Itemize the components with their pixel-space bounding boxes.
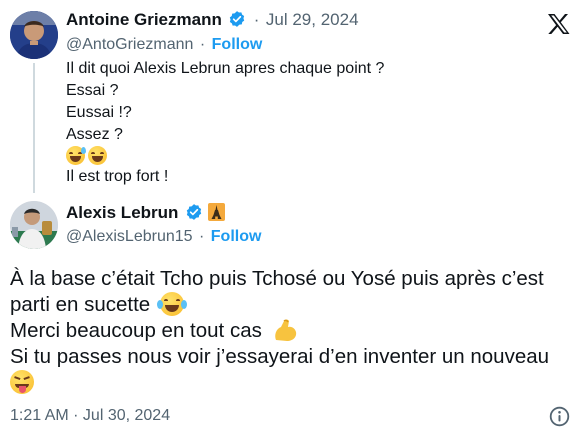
avatar-photo [10, 11, 58, 59]
parent-emoji-line [66, 146, 110, 166]
parent-handle-separator: · [199, 36, 206, 53]
main-text-line-1: À la base c’était Tcho puis Tchosé ou Yo… [10, 267, 544, 290]
winking-tongue-emoji [10, 370, 34, 394]
parent-display-name[interactable]: Antoine Griezmann [66, 10, 222, 29]
parent-text-line-2: Essai ? [66, 82, 119, 99]
grinning-sweat-emoji [66, 146, 86, 165]
main-text-line-2: parti en sucette [10, 293, 151, 316]
main-display-name[interactable]: Alexis Lebrun [66, 203, 178, 222]
main-handle-row: @AlexisLebrun15 · Follow [66, 228, 262, 245]
avatar-alexis-lebrun[interactable] [10, 201, 58, 249]
verified-badge-icon [186, 204, 202, 220]
grinning-emoji [88, 146, 107, 165]
parent-handle-row: @AntoGriezmann · Follow [66, 36, 262, 54]
x-logo-icon[interactable] [547, 13, 571, 35]
main-handle[interactable]: @AlexisLebrun15 [66, 228, 193, 245]
main-text-line-4: Si tu passes nous voir j’essayerai d’en … [10, 345, 550, 368]
main-header: Alexis Lebrun [66, 203, 226, 225]
parent-text-line-last: Il est trop fort ! [66, 168, 169, 185]
verified-badge-icon [230, 11, 245, 27]
thread-line [33, 63, 35, 193]
info-icon[interactable] [549, 406, 570, 427]
tears-of-joy-emoji [156, 292, 187, 316]
parent-date[interactable]: Jul 29, 2024 [266, 10, 359, 29]
main-text-line-5-row [10, 370, 37, 394]
main-text-line-3-row: Merci beaucoup en tout cas [10, 316, 298, 345]
main-text-line-2-row: parti en sucette [10, 290, 187, 319]
eiffel-tower-icon [208, 203, 226, 221]
parent-handle[interactable]: @AntoGriezmann [66, 36, 193, 53]
main-text-line-3: Merci beaucoup en tout cas [10, 319, 262, 342]
parent-text-line-3: Eussai !? [66, 104, 132, 121]
avatar-photo [10, 201, 58, 249]
parent-header: Antoine Griezmann · Jul 29, 2024 [66, 10, 359, 32]
main-timestamp[interactable]: 1:21 AM · Jul 30, 2024 [10, 407, 170, 425]
parent-text-line-4: Assez ? [66, 126, 123, 143]
main-follow-button[interactable]: Follow [211, 228, 262, 245]
parent-separator: · [253, 10, 260, 29]
parent-follow-button[interactable]: Follow [212, 36, 263, 53]
flexed-biceps-emoji [274, 319, 296, 341]
parent-text-line-1: Il dit quoi Alexis Lebrun apres chaque p… [66, 60, 385, 77]
avatar-antoine-griezmann[interactable] [10, 11, 58, 59]
